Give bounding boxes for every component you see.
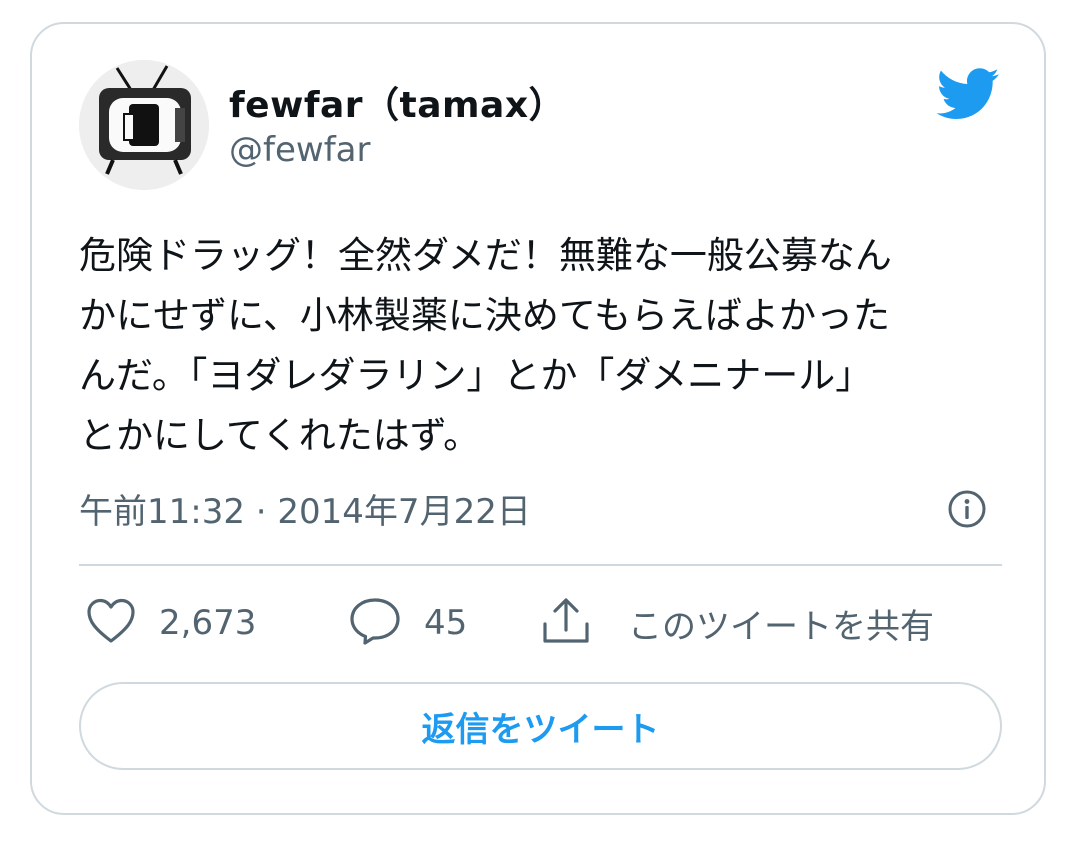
share-icon [540, 596, 592, 650]
like-count: 2,673 [159, 603, 257, 643]
info-icon[interactable] [947, 489, 987, 533]
reply-tweet-button[interactable]: 返信をツイート [79, 682, 1002, 770]
tweet-timestamp[interactable]: 午前11:32 · 2014年7月22日 [79, 484, 531, 533]
divider [79, 564, 1002, 566]
twitter-bird-icon[interactable] [934, 66, 1000, 124]
reply-button[interactable]: 45 [348, 595, 467, 651]
user-handle[interactable]: @fewfar [229, 130, 370, 170]
like-button[interactable]: 2,673 [85, 595, 256, 651]
display-name[interactable]: fewfar（tamax） [229, 76, 565, 128]
tv-avatar-icon [79, 60, 209, 190]
tweet-text: 危険ドラッグ！全然ダメだ！無難な一般公募なん かにせずに、小林製薬に決めてもらえ… [79, 234, 892, 457]
avatar[interactable] [79, 60, 209, 190]
heart-icon [85, 597, 137, 649]
reply-bubble-icon [348, 596, 402, 650]
share-label: このツイートを共有 [628, 606, 934, 647]
share-button[interactable]: このツイートを共有 [540, 595, 934, 651]
reply-count: 45 [424, 603, 468, 643]
